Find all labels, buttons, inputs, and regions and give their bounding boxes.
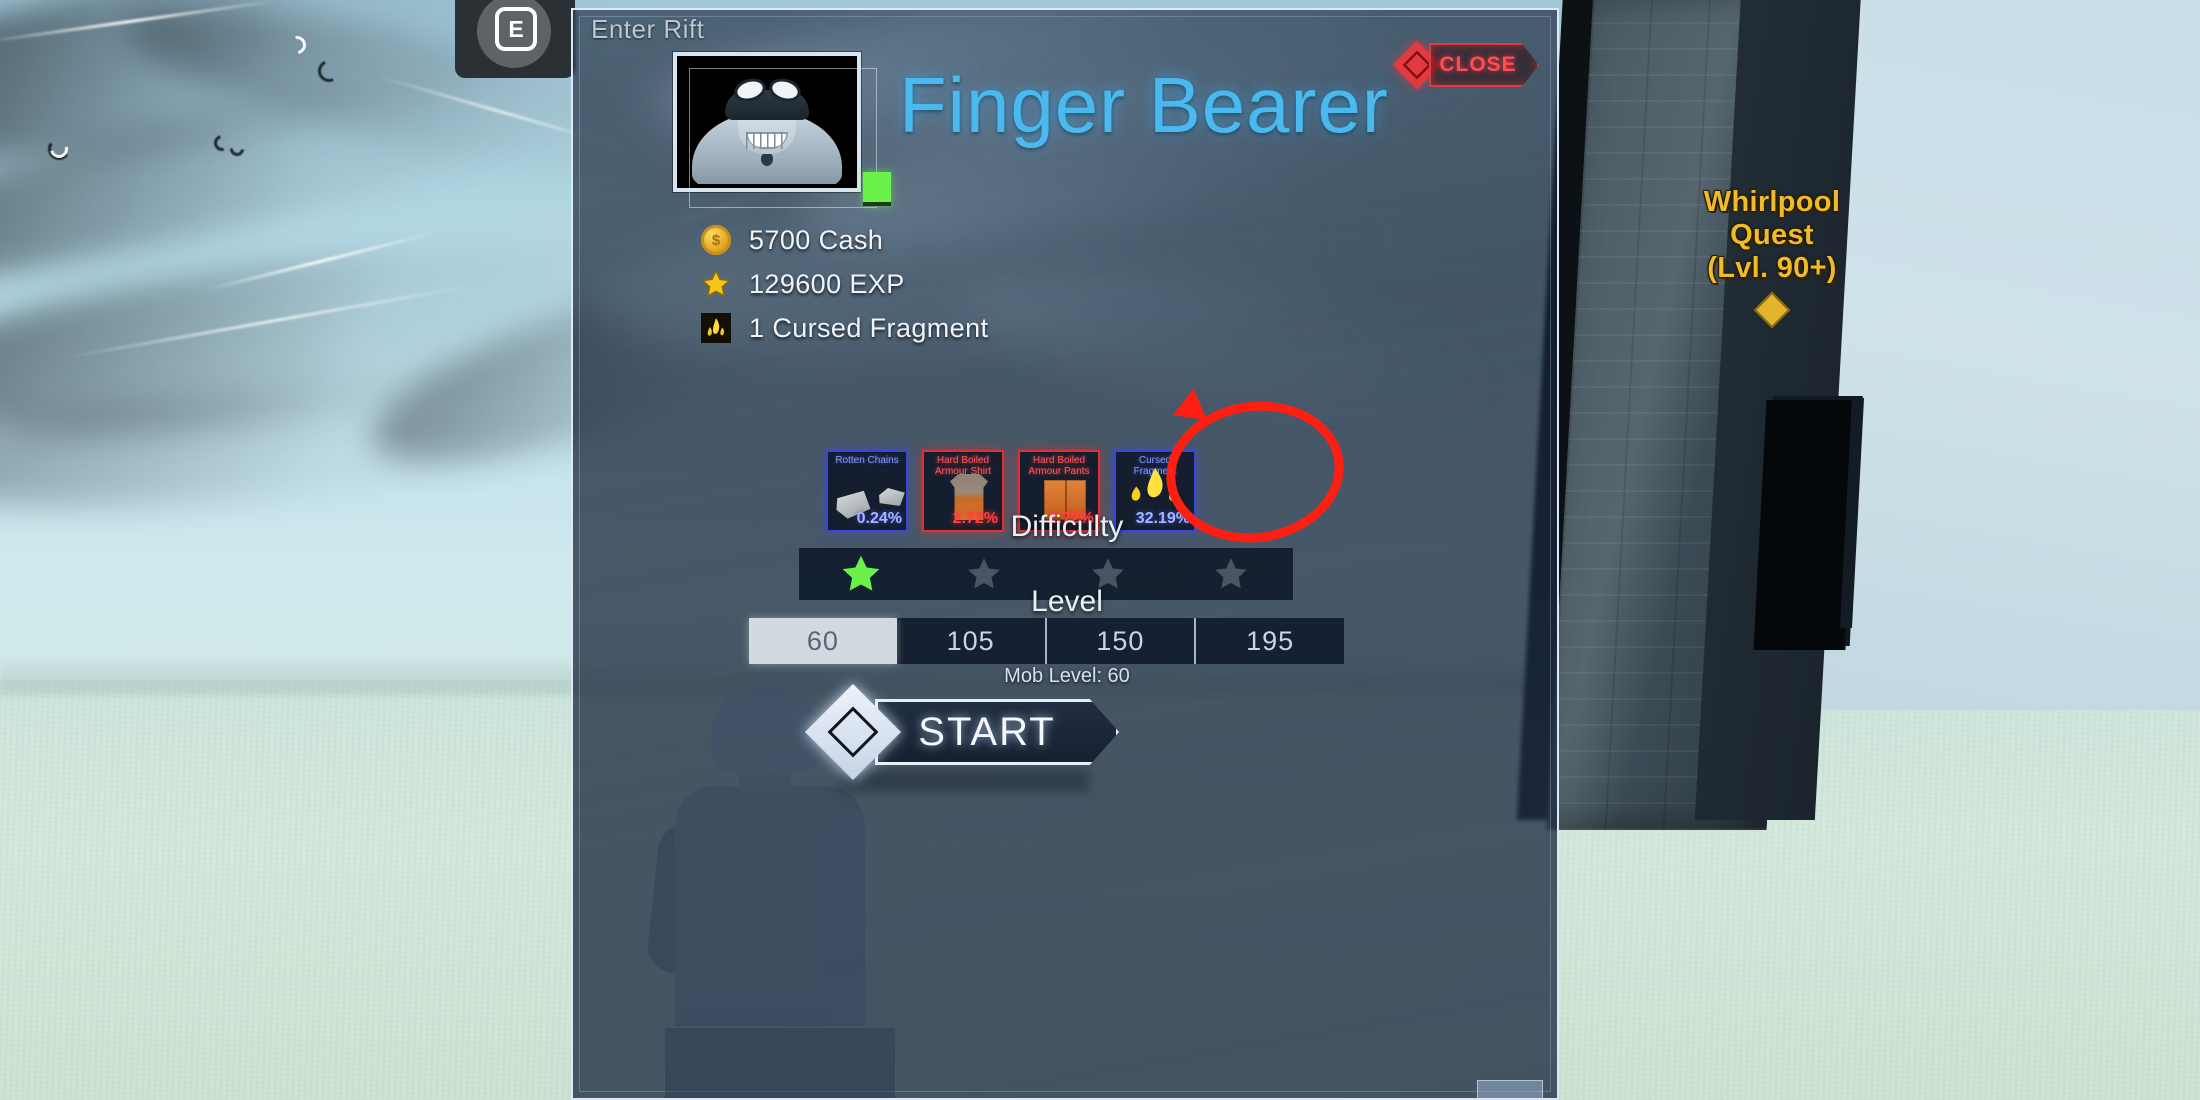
enter-rift-panel: Enter Rift CLOSE Finger Bearer $ 5700 Ca… xyxy=(571,8,1559,1100)
reward-row-exp: 129600 EXP xyxy=(701,266,988,302)
quest-sign-line-1: Whirlpool xyxy=(1703,186,1841,218)
reward-exp-label: 129600 EXP xyxy=(749,268,905,299)
interact-key-prompt[interactable]: E xyxy=(455,0,575,78)
boss-portrait xyxy=(673,52,891,208)
start-button-label: START xyxy=(918,709,1056,754)
reward-row-cash: $ 5700 Cash xyxy=(701,222,988,258)
quest-marker-diamond-icon xyxy=(1753,291,1791,329)
start-button[interactable]: START xyxy=(804,683,1119,781)
close-button-body: CLOSE xyxy=(1429,43,1539,87)
level-option-105[interactable]: 105 xyxy=(897,618,1047,664)
boss-health-bar xyxy=(863,172,891,206)
key-prompt-label: E xyxy=(495,7,537,51)
mob-level-text: Mob Level: 60 xyxy=(1004,665,1130,687)
boss-portrait-frame xyxy=(673,52,861,192)
close-button[interactable]: CLOSE xyxy=(1392,40,1539,90)
level-option-195[interactable]: 195 xyxy=(1196,618,1344,664)
panel-title: Enter Rift xyxy=(591,14,705,44)
coin-icon: $ xyxy=(701,225,731,255)
drop-item-art-flame xyxy=(1120,466,1190,516)
level-option-60[interactable]: 60 xyxy=(749,618,897,664)
quest-sign-line-3: (Lvl. 90+) xyxy=(1707,252,1837,285)
quest-sign-line-2: Quest xyxy=(1730,219,1814,252)
difficulty-label: Difficulty xyxy=(1010,510,1124,543)
start-button-body: START xyxy=(875,699,1119,765)
boss-name: Finger Bearer xyxy=(899,61,1389,149)
white-wall xyxy=(1810,0,2200,710)
star-icon xyxy=(701,269,731,299)
reward-row-fragment: 1 Cursed Fragment xyxy=(701,310,988,346)
level-option-150[interactable]: 150 xyxy=(1047,618,1197,664)
close-button-label: CLOSE xyxy=(1439,53,1517,76)
level-selector: 60 105 150 195 xyxy=(749,618,1344,664)
drop-item-art-shirt xyxy=(928,466,998,520)
level-label: Level xyxy=(1031,585,1103,618)
drop-item-art-pants xyxy=(1024,466,1094,520)
reward-fragment-label: 1 Cursed Fragment xyxy=(749,312,989,343)
drop-item-art-chains xyxy=(832,466,905,516)
drop-item-name: Rotten Chains xyxy=(835,455,899,466)
reward-cash-label: 5700 Cash xyxy=(749,224,884,255)
quest-sign: Whirlpool Quest (Lvl. 90+) xyxy=(1672,186,1872,329)
rewards-list: $ 5700 Cash 129600 EXP 1 Cursed Fragment xyxy=(701,222,988,354)
cursed-fragment-icon xyxy=(701,313,731,343)
start-diamond-icon xyxy=(804,683,902,781)
start-button-shadow xyxy=(839,770,1089,792)
panel-bottom-chip xyxy=(1477,1080,1543,1098)
boss-portrait-image xyxy=(681,60,853,184)
